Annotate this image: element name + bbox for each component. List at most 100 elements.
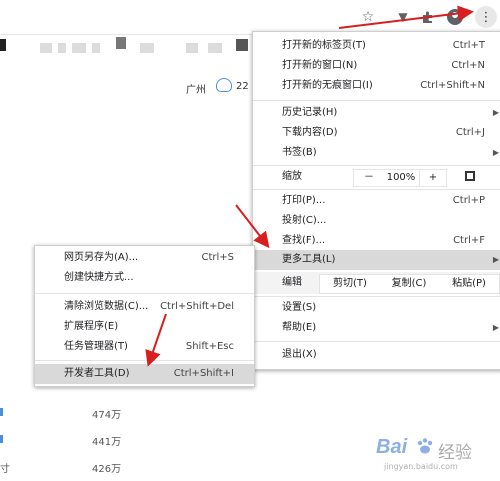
menu-item-label: 清除浏览数据(C)... bbox=[64, 301, 149, 312]
menu-item-label: 投射(C)... bbox=[282, 215, 327, 226]
browser-toolbar: ☆ ▼ ⋮ bbox=[0, 0, 500, 35]
menu-help[interactable]: 帮助(E) ▶ bbox=[253, 318, 500, 338]
more-tools-submenu: 网页另存为(A)... Ctrl+S 创建快捷方式... 清除浏览数据(C)...… bbox=[34, 245, 255, 387]
menu-item-label: 扩展程序(E) bbox=[64, 321, 119, 332]
zoom-out-button[interactable]: － bbox=[353, 169, 385, 187]
menu-item-label: 更多工具(L) bbox=[282, 254, 336, 265]
profile-avatar-icon[interactable] bbox=[447, 9, 463, 25]
menu-item-label: 下载内容(D) bbox=[282, 127, 338, 138]
fullscreen-icon[interactable] bbox=[465, 171, 475, 181]
submenu-create-shortcut[interactable]: 创建快捷方式... bbox=[35, 268, 254, 288]
menu-item-shortcut: Ctrl+P bbox=[452, 195, 485, 206]
menu-item-label: 打开新的窗口(N) bbox=[282, 60, 358, 71]
list-marker bbox=[0, 408, 3, 416]
menu-item-label: 打开新的无痕窗口(I) bbox=[282, 80, 373, 91]
menu-item-shortcut: Ctrl+T bbox=[452, 40, 485, 51]
menu-item-shortcut: Ctrl+N bbox=[451, 60, 485, 71]
menu-exit[interactable]: 退出(X) bbox=[253, 345, 500, 365]
menu-item-shortcut: Ctrl+F bbox=[453, 235, 485, 246]
submenu-arrow-icon: ▶ bbox=[492, 255, 499, 264]
page-blur-block bbox=[58, 43, 66, 53]
submenu-arrow-icon: ▶ bbox=[492, 108, 499, 117]
menu-new-incognito[interactable]: 打开新的无痕窗口(I) Ctrl+Shift+N bbox=[253, 76, 500, 96]
menu-zoom-row: 缩放 － 100% + bbox=[253, 166, 500, 188]
page-blur-block bbox=[116, 37, 126, 49]
cut-button[interactable]: 剪切(T) bbox=[319, 274, 381, 294]
submenu-save-page[interactable]: 网页另存为(A)... Ctrl+S bbox=[35, 248, 254, 268]
menu-divider bbox=[35, 360, 254, 361]
submenu-extensions[interactable]: 扩展程序(E) bbox=[35, 317, 254, 337]
submenu-clear-data[interactable]: 清除浏览数据(C)... Ctrl+Shift+Del bbox=[35, 297, 254, 317]
submenu-arrow-icon: ▶ bbox=[492, 323, 499, 332]
hot-rank-value: 441万 bbox=[92, 437, 122, 448]
menu-item-label: 网页另存为(A)... bbox=[64, 252, 139, 263]
menu-divider bbox=[253, 341, 500, 342]
zoom-label: 缩放 bbox=[282, 171, 302, 182]
list-snippet-text: 寸 bbox=[0, 464, 10, 475]
watermark-brand: Bai bbox=[376, 436, 408, 458]
hot-rank-value: 426万 bbox=[92, 464, 122, 475]
menu-item-shortcut: Ctrl+Shift+I bbox=[173, 368, 234, 379]
baidu-jingyan-watermark: Bai 经验 jingyan.baidu.com bbox=[376, 436, 498, 476]
weather-temperature: 22 bbox=[236, 81, 249, 92]
menu-print[interactable]: 打印(P)... Ctrl+P bbox=[253, 191, 500, 211]
zoom-in-button[interactable]: + bbox=[419, 169, 447, 187]
menu-cast[interactable]: 投射(C)... bbox=[253, 211, 500, 231]
paste-button[interactable]: 粘贴(P) bbox=[439, 274, 500, 294]
chrome-main-menu: 打开新的标签页(T) Ctrl+T 打开新的窗口(N) Ctrl+N 打开新的无痕窗… bbox=[252, 31, 500, 370]
menu-edit-row: 编辑 剪切(T) 复制(C) 粘贴(P) bbox=[253, 272, 500, 294]
page-blur-block bbox=[208, 43, 222, 53]
menu-new-tab[interactable]: 打开新的标签页(T) Ctrl+T bbox=[253, 36, 500, 56]
watermark-url: jingyan.baidu.com bbox=[384, 462, 458, 471]
menu-item-label: 开发者工具(D) bbox=[64, 368, 130, 379]
page-blur-block bbox=[40, 43, 52, 53]
menu-item-label: 书签(B) bbox=[282, 147, 317, 158]
page-blur-block bbox=[236, 39, 248, 51]
menu-new-window[interactable]: 打开新的窗口(N) Ctrl+N bbox=[253, 56, 500, 76]
menu-divider bbox=[35, 293, 254, 294]
menu-item-label: 历史记录(H) bbox=[282, 107, 338, 118]
menu-item-label: 帮助(E) bbox=[282, 322, 317, 333]
edit-label: 编辑 bbox=[282, 277, 302, 288]
list-marker bbox=[0, 435, 3, 443]
menu-item-label: 创建快捷方式... bbox=[64, 272, 134, 283]
menu-divider bbox=[253, 100, 500, 101]
menu-settings[interactable]: 设置(S) bbox=[253, 298, 500, 318]
menu-item-shortcut: Ctrl+S bbox=[201, 252, 234, 263]
extension-v-icon[interactable]: ▼ bbox=[393, 7, 413, 27]
menu-item-shortcut: Shift+Esc bbox=[185, 341, 234, 352]
page-blur-block bbox=[186, 43, 198, 53]
weather-city[interactable]: 广州 bbox=[186, 81, 206, 96]
menu-item-label: 打印(P)... bbox=[282, 195, 326, 206]
extensions-puzzle-icon[interactable] bbox=[418, 7, 438, 27]
menu-item-label: 打开新的标签页(T) bbox=[282, 40, 366, 51]
page-blur-block bbox=[92, 43, 100, 53]
menu-divider bbox=[253, 189, 500, 190]
menu-downloads[interactable]: 下载内容(D) Ctrl+J bbox=[253, 123, 500, 143]
copy-button[interactable]: 复制(C) bbox=[379, 274, 440, 294]
menu-item-label: 任务管理器(T) bbox=[64, 341, 128, 352]
menu-more-tools[interactable]: 更多工具(L) ▶ bbox=[253, 250, 500, 270]
menu-find[interactable]: 查找(F)... Ctrl+F bbox=[253, 231, 500, 251]
menu-divider bbox=[253, 296, 500, 297]
menu-history[interactable]: 历史记录(H) ▶ bbox=[253, 103, 500, 123]
menu-item-shortcut: Ctrl+Shift+N bbox=[420, 80, 485, 91]
page-blur-block bbox=[140, 43, 154, 53]
menu-item-shortcut: Ctrl+J bbox=[455, 127, 485, 138]
menu-item-shortcut: Ctrl+Shift+Del bbox=[160, 301, 234, 312]
menu-item-label: 查找(F)... bbox=[282, 235, 326, 246]
bookmark-star-icon[interactable]: ☆ bbox=[358, 7, 378, 27]
hot-rank-value: 474万 bbox=[92, 410, 122, 421]
zoom-value: 100% bbox=[383, 169, 419, 187]
menu-item-label: 设置(S) bbox=[282, 302, 317, 313]
submenu-task-manager[interactable]: 任务管理器(T) Shift+Esc bbox=[35, 337, 254, 357]
submenu-developer-tools[interactable]: 开发者工具(D) Ctrl+Shift+I bbox=[35, 364, 254, 384]
menu-bookmarks[interactable]: 书签(B) ▶ bbox=[253, 143, 500, 163]
submenu-arrow-icon: ▶ bbox=[492, 148, 499, 157]
paw-logo-icon bbox=[416, 437, 434, 455]
watermark-suffix: 经验 bbox=[438, 443, 472, 463]
menu-item-label: 退出(X) bbox=[282, 349, 317, 360]
cloud-weather-icon bbox=[216, 78, 232, 92]
page-blur-block bbox=[72, 43, 86, 53]
chrome-menu-kebab-icon[interactable]: ⋮ bbox=[475, 6, 497, 28]
